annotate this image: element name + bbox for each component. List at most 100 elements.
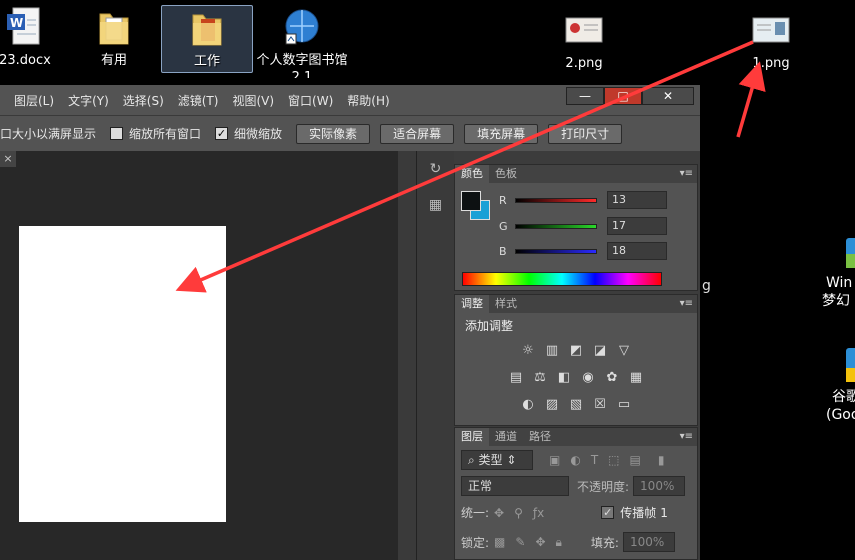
desktop-app-partial-2[interactable]: 谷歌 (Goo xyxy=(826,346,855,424)
tab-layers[interactable]: 图层 xyxy=(455,428,489,446)
desktop-icon-label: 工作 xyxy=(193,54,220,69)
stray-text: g xyxy=(702,278,711,294)
properties-icon[interactable]: ▦ xyxy=(423,197,449,219)
fill-input[interactable]: 100% xyxy=(622,532,675,552)
type-filter-icon[interactable]: T xyxy=(591,453,598,467)
black-white-icon[interactable]: ◧ xyxy=(555,370,573,386)
checkbox-checked-icon: ✓ xyxy=(601,506,615,519)
desktop-app-partial-1[interactable]: Win 梦幻 xyxy=(822,236,855,310)
tab-styles[interactable]: 样式 xyxy=(489,295,523,313)
pixel-filter-icon[interactable]: ▣ xyxy=(549,453,560,467)
vibrance-icon[interactable]: ▽ xyxy=(615,343,633,359)
checkbox-unchecked-icon xyxy=(110,127,124,140)
menu-select[interactable]: 选择(S) xyxy=(123,92,164,109)
invert-icon[interactable]: ◐ xyxy=(519,397,537,413)
folder-icon xyxy=(99,13,129,45)
app-icon xyxy=(846,238,855,268)
tab-channels[interactable]: 通道 xyxy=(489,428,523,446)
zoom-all-windows-checkbox[interactable]: 缩放所有窗口 xyxy=(110,125,201,142)
smart-object-filter-icon[interactable]: ▤ xyxy=(630,453,641,467)
color-balance-icon[interactable]: ⚖ xyxy=(531,370,549,386)
unify-style-icon[interactable]: ƒx xyxy=(533,506,544,520)
desktop-icon-docx[interactable]: W 23.docx xyxy=(0,6,55,69)
filter-toggle-icon[interactable]: ▮ xyxy=(658,453,665,467)
scrubby-zoom-checkbox[interactable]: ✓ 细微缩放 xyxy=(215,125,282,142)
lock-image-icon[interactable]: ✎ xyxy=(515,535,525,549)
layer-filter-select[interactable]: ⌕ 类型 ⇕ xyxy=(461,450,533,470)
minimize-button[interactable]: — xyxy=(566,87,604,105)
menu-help[interactable]: 帮助(H) xyxy=(347,92,389,109)
menu-filter[interactable]: 滤镜(T) xyxy=(178,92,219,109)
green-value-input[interactable]: 17 xyxy=(607,217,667,235)
menu-window[interactable]: 窗口(W) xyxy=(288,92,333,109)
opacity-input[interactable]: 100% xyxy=(633,476,686,496)
brightness-contrast-icon[interactable]: ☼ xyxy=(519,343,537,359)
channel-mixer-icon[interactable]: ✿ xyxy=(603,370,621,386)
unify-position-icon[interactable]: ✥ xyxy=(494,506,504,520)
tab-adjustments[interactable]: 调整 xyxy=(455,295,489,313)
panel-menu-icon[interactable]: ▾≡ xyxy=(680,428,693,446)
folder-icon xyxy=(192,14,222,46)
propagate-frame-checkbox[interactable]: ✓ 传播帧 1 xyxy=(601,504,668,521)
menu-type[interactable]: 文字(Y) xyxy=(68,92,109,109)
posterize-icon[interactable]: ▨ xyxy=(543,397,561,413)
color-lookup-icon[interactable]: ▦ xyxy=(627,370,645,386)
desktop-file-2png[interactable]: 2.png xyxy=(554,16,614,72)
green-channel-label: G xyxy=(499,219,508,233)
hue-saturation-icon[interactable]: ▤ xyxy=(507,370,525,386)
menu-view[interactable]: 视图(V) xyxy=(232,92,274,109)
fit-screen-button[interactable]: 适合屏幕 xyxy=(380,123,455,144)
curves-icon[interactable]: ◩ xyxy=(567,343,585,359)
shape-filter-icon[interactable]: ⬚ xyxy=(608,453,619,467)
lock-position-icon[interactable]: ✥ xyxy=(535,535,545,549)
desktop-label: Win xyxy=(826,275,853,291)
vertical-scrollbar[interactable] xyxy=(398,151,416,560)
svg-text:W: W xyxy=(10,16,23,30)
blue-slider[interactable] xyxy=(515,248,597,254)
gradient-map-icon[interactable]: ▭ xyxy=(615,397,633,413)
photo-filter-icon[interactable]: ◉ xyxy=(579,370,597,386)
desktop-icon-label: 1.png xyxy=(752,56,790,71)
unify-visibility-icon[interactable]: ⚲ xyxy=(514,506,523,520)
fit-window-option[interactable]: 口大小以满屏显示 xyxy=(0,125,96,142)
desktop-file-1png[interactable]: 1.png xyxy=(741,16,801,72)
word-doc-icon: W xyxy=(7,7,40,45)
menu-layer[interactable]: 图层(L) xyxy=(14,92,54,109)
desktop-folder-youyong[interactable]: 有用 xyxy=(84,6,144,69)
red-value-input[interactable]: 13 xyxy=(607,191,667,209)
actual-pixels-button[interactable]: 实际像素 xyxy=(296,123,371,144)
desktop-label: 谷歌 xyxy=(832,389,855,405)
blend-mode-select[interactable]: 正常 xyxy=(461,476,569,496)
color-spectrum-ramp[interactable] xyxy=(462,272,662,286)
unify-label: 统一: xyxy=(461,506,490,520)
blue-value-input[interactable]: 18 xyxy=(607,242,667,260)
desktop-app-library[interactable]: 个人数字图书馆2.1 xyxy=(256,6,348,78)
fill-screen-button[interactable]: 填充屏幕 xyxy=(464,123,539,144)
foreground-color-swatch[interactable] xyxy=(461,191,481,211)
lock-label: 锁定: xyxy=(461,535,490,550)
panel-menu-icon[interactable]: ▾≡ xyxy=(680,165,693,183)
maximize-button[interactable]: □ xyxy=(604,87,642,105)
blue-slider-row: B 18 xyxy=(499,242,667,260)
tab-color[interactable]: 颜色 xyxy=(455,165,489,183)
tab-swatches[interactable]: 色板 xyxy=(489,165,523,183)
tab-paths[interactable]: 路径 xyxy=(523,428,557,446)
close-button[interactable]: ✕ xyxy=(642,87,694,105)
panel-menu-icon[interactable]: ▾≡ xyxy=(680,295,693,313)
levels-icon[interactable]: ▥ xyxy=(543,343,561,359)
exposure-icon[interactable]: ◪ xyxy=(591,343,609,359)
print-size-button[interactable]: 打印尺寸 xyxy=(548,123,623,144)
selective-color-icon[interactable]: ☒ xyxy=(591,397,609,413)
desktop-icon-label: 2.png xyxy=(565,56,603,71)
opacity-label: 不透明度: xyxy=(577,479,630,494)
history-icon[interactable]: ↻ xyxy=(423,161,449,183)
threshold-icon[interactable]: ▧ xyxy=(567,397,585,413)
lock-all-icon[interactable]: 🔒︎ xyxy=(556,535,562,550)
red-slider[interactable] xyxy=(515,197,597,203)
green-slider[interactable] xyxy=(515,223,597,229)
canvas[interactable] xyxy=(19,226,226,522)
doc-close-icon[interactable]: × xyxy=(0,151,16,167)
desktop-folder-gongzuo[interactable]: 工作 xyxy=(161,5,253,73)
lock-transparent-icon[interactable]: ▩ xyxy=(494,535,505,549)
adjustment-filter-icon[interactable]: ◐ xyxy=(570,453,580,467)
